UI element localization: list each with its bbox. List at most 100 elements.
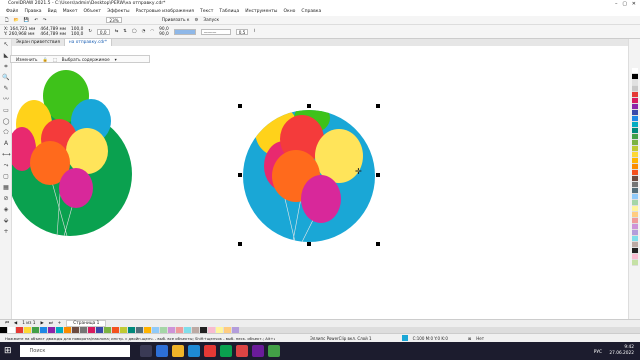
drawing-canvas[interactable]: ✛ <box>8 46 628 319</box>
launch-dropdown[interactable]: Запуск <box>203 18 219 23</box>
window-controls[interactable]: – ▢ ✕ <box>615 1 636 7</box>
gear-icon[interactable]: ⚙ <box>195 18 199 23</box>
edge-icon[interactable] <box>155 345 168 357</box>
clock-date[interactable]: 27.06.2022 <box>609 351 634 357</box>
pie-icon[interactable]: ◔ <box>142 29 146 34</box>
zoom-select[interactable]: 23% <box>106 17 122 23</box>
smart-fill-icon[interactable]: ⬙ <box>2 217 10 225</box>
mirror-h-icon[interactable]: ⇆ <box>115 29 119 34</box>
artistic-media-icon[interactable]: 〰 <box>2 96 10 104</box>
menu-table[interactable]: Таблица <box>219 8 239 16</box>
chevron-down-icon[interactable]: ▾ <box>115 56 117 63</box>
fill-swatch[interactable] <box>173 28 196 35</box>
save-icon[interactable]: 💾 <box>24 18 29 23</box>
palette-swatch[interactable] <box>632 260 638 266</box>
crop-tool-icon[interactable]: ⌗ <box>2 63 10 71</box>
polygon-tool-icon[interactable]: ⬠ <box>2 129 10 137</box>
app-icon-red[interactable] <box>235 345 248 357</box>
y-position[interactable]: Y: 260,968 мм <box>4 32 35 37</box>
color-palette[interactable] <box>632 68 638 266</box>
transparency-icon[interactable]: ▦ <box>2 184 10 192</box>
coreldraw-icon[interactable] <box>267 345 280 357</box>
connector-tool-icon[interactable]: ⤳ <box>2 162 10 170</box>
zoom-tool-icon[interactable]: 🔍 <box>2 74 10 82</box>
ellipse-tool-icon[interactable]: ◯ <box>2 118 10 126</box>
powerclip-toolbar: Изменить 🔒 ⬚ Выбрать содержимое ▾ <box>10 55 150 63</box>
next-page-icon[interactable]: ▶ <box>40 321 43 326</box>
fill-color-value: C:100 M:0 Y:0 K:0 <box>412 335 448 341</box>
tab-document[interactable]: на отправку.cdr* <box>64 39 113 46</box>
status-object: Эллипс PowerClip вкл. Слой 1 <box>310 335 372 341</box>
interactive-fill-icon[interactable]: ◈ <box>2 206 10 214</box>
height-field[interactable]: 464,789 мм <box>40 32 66 37</box>
eyedropper-icon[interactable]: ⊘ <box>2 195 10 203</box>
menu-window[interactable]: Окно <box>283 8 295 16</box>
app-icon-purple[interactable] <box>251 345 264 357</box>
taskbar-search[interactable]: Поиск <box>19 345 130 357</box>
rectangle-tool-icon[interactable]: ▭ <box>2 107 10 115</box>
store-icon[interactable] <box>187 345 200 357</box>
menu-bar: Файл Правка Вид Макет Объект Эффекты Рас… <box>0 8 640 16</box>
page-counter: 1 из 1 <box>22 321 36 326</box>
last-page-icon[interactable]: ⏭ <box>49 321 53 326</box>
rotation-icon: ↻ <box>88 29 92 34</box>
extract-icon[interactable]: ⬚ <box>53 56 57 63</box>
menu-object[interactable]: Объект <box>83 8 101 16</box>
canvas-artwork: ✛ <box>8 70 380 246</box>
menu-text[interactable]: Текст <box>200 8 213 16</box>
task-view-icon[interactable] <box>139 345 152 357</box>
mirror-v-icon[interactable]: ⇅ <box>123 29 127 34</box>
select-contents-button[interactable]: Выбрать содержимое <box>62 56 110 63</box>
explorer-icon[interactable] <box>171 345 184 357</box>
status-hint: Нажмите на объект дважды для поворота/на… <box>5 335 275 341</box>
page-navigator: ⏮ ◀ 1 из 1 ▶ ⏭ + Страница 1 <box>0 319 640 327</box>
window-title: CorelDRAW 2021.5 - C:\Users\admin\Deskto… <box>8 1 166 6</box>
ellipse-icon[interactable]: ◯ <box>132 29 137 34</box>
pick-tool-icon[interactable]: ↖ <box>2 41 10 49</box>
windows-start-icon[interactable]: ⊞ <box>4 346 12 356</box>
convert-to-curves-icon[interactable]: ⌇ <box>253 29 255 34</box>
tab-welcome[interactable]: Экран приветствия <box>12 39 65 46</box>
menu-layout[interactable]: Макет <box>63 8 78 16</box>
edit-powerclip-button[interactable]: Изменить <box>16 56 37 63</box>
angle-field[interactable]: 0,0 <box>96 28 110 35</box>
document-tabs: Экран приветствия на отправку.cdr* <box>12 39 640 46</box>
prev-page-icon[interactable]: ◀ <box>14 321 17 326</box>
add-tool-icon[interactable]: + <box>2 228 10 236</box>
outline-width[interactable]: 0,5 <box>235 28 249 35</box>
open-icon[interactable]: 📂 <box>13 18 18 23</box>
menu-help[interactable]: Справка <box>301 8 321 16</box>
menu-edit[interactable]: Правка <box>24 8 41 16</box>
menu-effects[interactable]: Эффекты <box>107 8 130 16</box>
first-page-icon[interactable]: ⏮ <box>5 321 9 326</box>
menu-bitmaps[interactable]: Растровые изображения <box>136 8 194 16</box>
toolbox: ↖ ◣ ⌗ 🔍 ✎ 〰 ▭ ◯ ⬠ A ⟷ ⤳ ▢ ▦ ⊘ ◈ ⬙ + <box>0 39 12 319</box>
title-bar: CorelDRAW 2021.5 - C:\Users\admin\Deskto… <box>0 0 640 8</box>
end-angle-field[interactable]: 90,0 <box>159 32 169 37</box>
lock-icon[interactable]: 🔒 <box>42 56 47 63</box>
fill-color-swatch <box>401 335 408 341</box>
outline-value: Нет <box>476 335 485 341</box>
text-tool-icon[interactable]: A <box>2 140 10 148</box>
shape-tool-icon[interactable]: ◣ <box>2 52 10 60</box>
menu-tools[interactable]: Инструменты <box>245 8 277 16</box>
redo-icon[interactable]: ↷ <box>43 18 47 23</box>
drop-shadow-icon[interactable]: ▢ <box>2 173 10 181</box>
freehand-tool-icon[interactable]: ✎ <box>2 85 10 93</box>
parallel-dimension-icon[interactable]: ⟷ <box>2 151 11 159</box>
outline-style[interactable]: ——— <box>200 28 231 35</box>
menu-file[interactable]: Файл <box>6 8 18 16</box>
scale-y-field[interactable]: 100,0 <box>71 32 83 37</box>
property-bar: X: 164,721 мм Y: 260,968 мм 464,789 мм 4… <box>0 25 640 39</box>
undo-icon[interactable]: ↶ <box>34 18 38 23</box>
left-balloon-artwork[interactable] <box>8 70 132 237</box>
snap-to-dropdown[interactable]: Привязать к <box>162 18 190 23</box>
page-tab[interactable]: Страница 1 <box>66 320 107 327</box>
windows-taskbar: ⊞ Поиск РУС 9:42 27.06.2022 <box>0 342 640 360</box>
menu-view[interactable]: Вид <box>48 8 57 16</box>
opera-icon[interactable] <box>203 345 216 357</box>
add-page-icon[interactable]: + <box>58 321 62 326</box>
app-icon-green[interactable] <box>219 345 232 357</box>
input-language[interactable]: РУС <box>594 350 602 355</box>
new-icon[interactable]: 🗋 <box>5 16 8 24</box>
